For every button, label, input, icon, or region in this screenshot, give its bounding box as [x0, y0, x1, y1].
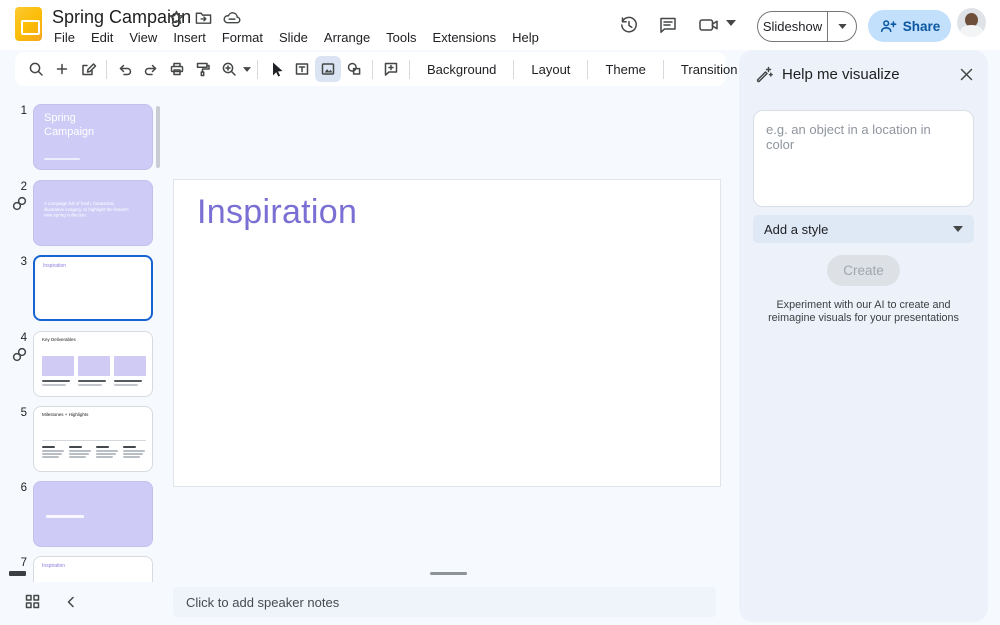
- comments-icon[interactable]: [657, 14, 679, 36]
- slide-canvas[interactable]: Inspiration: [173, 179, 721, 487]
- notes-resize-handle[interactable]: [430, 572, 467, 575]
- slide-number: 7: [0, 557, 27, 569]
- account-avatar[interactable]: [957, 8, 986, 37]
- version-history-icon[interactable]: [618, 14, 640, 36]
- paint-format-icon[interactable]: [190, 56, 216, 82]
- toolbar-divider: [372, 60, 373, 79]
- linked-slide-icon: [11, 346, 28, 363]
- slideshow-button[interactable]: Slideshow: [758, 19, 827, 34]
- text-box-icon[interactable]: [289, 56, 315, 82]
- redo-icon[interactable]: [138, 56, 164, 82]
- thumb-title: Milestones + Highlights: [42, 412, 153, 417]
- thumb-title: Inspiration: [42, 563, 153, 569]
- toolbar-divider: [257, 60, 258, 79]
- add-style-label: Add a style: [764, 222, 953, 237]
- slide-number: 3: [0, 256, 27, 268]
- menu-view[interactable]: View: [121, 28, 165, 47]
- slide-number: 5: [0, 407, 27, 419]
- insert-comment-icon[interactable]: [378, 56, 404, 82]
- new-slide-icon[interactable]: [49, 56, 75, 82]
- toolbar-divider: [587, 60, 588, 79]
- menu-extensions[interactable]: Extensions: [425, 28, 505, 47]
- create-button[interactable]: Create: [827, 255, 900, 286]
- person-add-icon: [879, 18, 897, 34]
- layout-button[interactable]: Layout: [519, 62, 582, 77]
- slide-number: 4: [0, 332, 27, 344]
- linked-slide-icon: [11, 195, 28, 212]
- toolbar: Background Layout Theme Transition: [15, 52, 726, 86]
- toolbar-divider: [513, 60, 514, 79]
- star-icon[interactable]: [168, 9, 185, 26]
- speaker-notes-area[interactable]: Click to add speaker notes: [173, 587, 716, 617]
- search-menus-icon[interactable]: [23, 56, 49, 82]
- select-cursor-icon[interactable]: [263, 56, 289, 82]
- insert-shape-icon[interactable]: [341, 56, 367, 82]
- move-folder-icon[interactable]: [194, 9, 213, 26]
- slide-thumbnail-7[interactable]: Inspiration: [33, 556, 153, 582]
- panel-title: Help me visualize: [782, 66, 900, 83]
- slide-number: 6: [0, 482, 27, 494]
- menu-bar: File Edit View Insert Format Slide Arran…: [46, 28, 547, 47]
- zoom-icon[interactable]: [216, 56, 242, 82]
- panel-caption: Experiment with our AI to create and rei…: [757, 299, 970, 325]
- menu-arrange[interactable]: Arrange: [316, 28, 378, 47]
- header: Spring Campaign File Edit View Insert Fo…: [0, 0, 1000, 50]
- camera-dropdown-caret-icon[interactable]: [726, 20, 748, 42]
- background-button[interactable]: Background: [415, 62, 508, 77]
- menu-file[interactable]: File: [46, 28, 83, 47]
- slideshow-split-button: Slideshow: [757, 11, 857, 42]
- collapse-filmstrip-chevron-left-icon[interactable]: [65, 595, 83, 613]
- menu-tools[interactable]: Tools: [378, 28, 424, 47]
- chevron-down-icon: [953, 226, 963, 232]
- meet-camera-icon[interactable]: [697, 14, 719, 36]
- menu-slide[interactable]: Slide: [271, 28, 316, 47]
- slide-thumbnail-1[interactable]: Spring Campaign: [33, 104, 153, 170]
- cloud-status-icon[interactable]: [222, 10, 242, 26]
- print-icon[interactable]: [164, 56, 190, 82]
- slideshow-options-caret-icon[interactable]: [828, 24, 856, 29]
- zoom-caret-icon[interactable]: [242, 67, 252, 72]
- slide-number: 2: [0, 181, 27, 193]
- toolbar-divider: [106, 60, 107, 79]
- thumb-title: Key Deliverables: [42, 337, 153, 342]
- slide-thumbnail-4[interactable]: Key Deliverables: [33, 331, 153, 397]
- app-window: Spring Campaign File Edit View Insert Fo…: [0, 0, 1000, 625]
- slide-title-text[interactable]: Inspiration: [197, 193, 357, 232]
- add-style-select[interactable]: Add a style: [753, 215, 974, 243]
- slides-logo[interactable]: [15, 7, 42, 41]
- share-button[interactable]: Share: [868, 10, 951, 42]
- undo-icon[interactable]: [112, 56, 138, 82]
- slide-number: 1: [0, 105, 27, 117]
- filmstrip-scrollbar-thumb[interactable]: [156, 106, 160, 168]
- menu-help[interactable]: Help: [504, 28, 547, 47]
- slide-thumbnail-6[interactable]: [33, 481, 153, 547]
- filmstrip-scroll-indicator: [9, 571, 26, 576]
- menu-format[interactable]: Format: [214, 28, 271, 47]
- slide-thumbnail-2[interactable]: A campaign full of fresh, fantastical, i…: [33, 180, 153, 246]
- theme-button[interactable]: Theme: [593, 62, 657, 77]
- transition-button[interactable]: Transition: [669, 62, 750, 77]
- share-button-label: Share: [903, 19, 941, 34]
- close-panel-icon[interactable]: [957, 65, 975, 83]
- slide-thumbnail-3-selected[interactable]: Inspiration: [33, 255, 153, 321]
- slide-thumbnail-5[interactable]: Milestones + Highlights: [33, 406, 153, 472]
- grid-view-icon[interactable]: [24, 593, 42, 611]
- toolbar-divider: [663, 60, 664, 79]
- edit-slide-icon[interactable]: [75, 56, 101, 82]
- menu-edit[interactable]: Edit: [83, 28, 121, 47]
- magic-pen-icon: [754, 65, 773, 84]
- thumb-body-text: A campaign full of fresh, fantastical, i…: [44, 201, 129, 218]
- menu-insert[interactable]: Insert: [165, 28, 214, 47]
- thumb-title: Inspiration: [43, 263, 153, 269]
- help-me-visualize-panel: Help me visualize Add a style Create Exp…: [739, 50, 988, 622]
- visualize-prompt-input[interactable]: [753, 110, 974, 207]
- thumb-title: Spring Campaign: [44, 112, 124, 139]
- insert-image-icon[interactable]: [315, 56, 341, 82]
- speaker-notes-placeholder: Click to add speaker notes: [186, 595, 339, 610]
- toolbar-divider: [409, 60, 410, 79]
